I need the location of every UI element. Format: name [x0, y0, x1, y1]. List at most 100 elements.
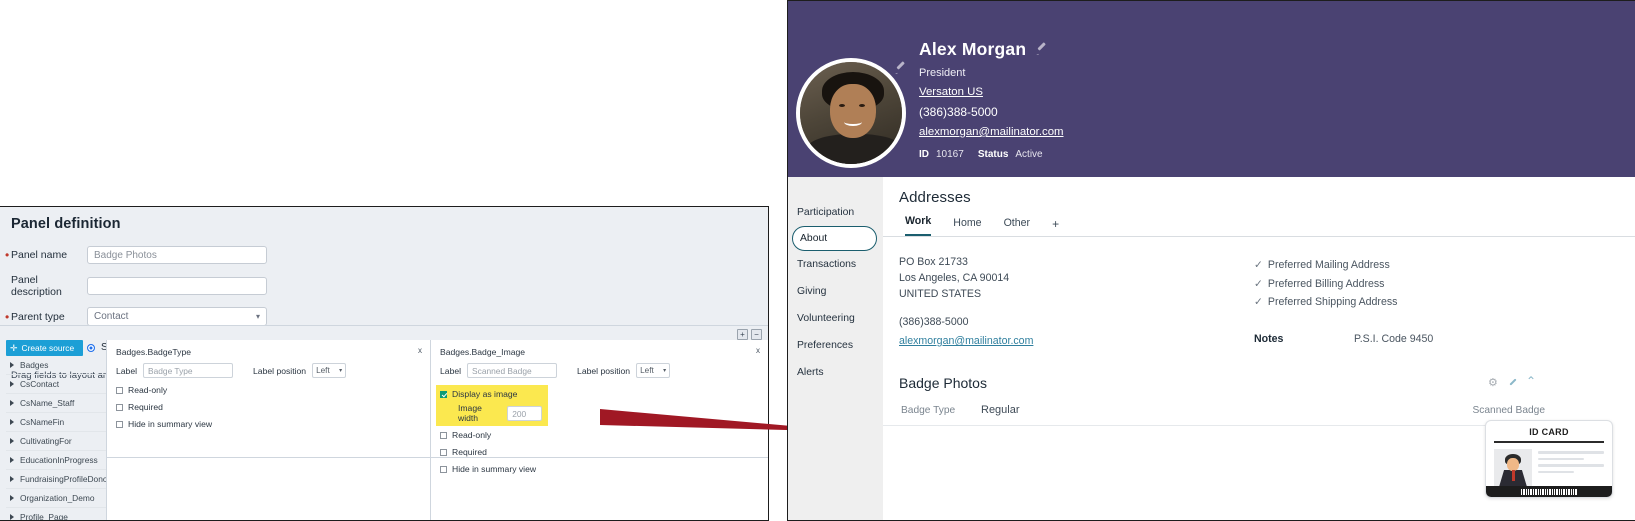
nav-item-alerts[interactable]: Alerts	[788, 359, 883, 386]
notes-value: P.S.I. Code 9450	[1354, 332, 1434, 345]
chevron-right-icon	[10, 438, 14, 444]
check-icon: ✓	[1254, 296, 1263, 308]
address-line-2: Los Angeles, CA 90014	[899, 272, 1010, 284]
tab-home[interactable]: Home	[953, 217, 981, 236]
nav-item-volunteering[interactable]: Volunteering	[788, 305, 883, 332]
notes-row: Notes P.S.I. Code 9450	[1254, 330, 1433, 349]
nav-item-giving[interactable]: Giving	[788, 278, 883, 305]
checkbox-label: Hide in summary view	[452, 464, 537, 474]
nav-item-about[interactable]: About	[792, 226, 877, 251]
tree-item-csname-staff[interactable]: CsName_Staff	[6, 394, 106, 413]
field-source-tree: ✛ Create source Badges CsContact CsName_…	[6, 340, 106, 520]
checkbox-label: Read-only	[128, 385, 168, 395]
close-icon[interactable]: x	[418, 346, 422, 355]
contact-status-value: Active	[1015, 149, 1043, 160]
contact-header: Alex Morgan President Versaton US (386)3…	[788, 1, 1635, 177]
label-position-select[interactable]: Left ▾	[312, 363, 347, 378]
label-input[interactable]: Scanned Badge	[467, 363, 558, 378]
contact-meta-row: ID 10167 Status Active	[919, 149, 1064, 160]
label-input[interactable]: Badge Type	[143, 363, 234, 378]
collapse-button[interactable]: −	[751, 329, 762, 340]
panel-name-input[interactable]: Badge Photos	[87, 245, 267, 264]
tab-add-address[interactable]: +	[1052, 217, 1059, 236]
chevron-right-icon	[10, 362, 14, 368]
checkbox-required[interactable]: Required	[116, 402, 421, 412]
preference-label: Preferred Shipping Address	[1267, 296, 1398, 308]
tree-item-label: FundraisingProfileDonorI	[20, 474, 106, 484]
badge-photos-section: Badge Photos Badge Type Regular Scanned …	[883, 374, 1635, 498]
tree-item-csnamefin[interactable]: CsNameFin	[6, 413, 106, 432]
addresses-tabs: Work Home Other +	[883, 215, 1635, 237]
contact-email-link[interactable]: alexmorgan@mailinator.com	[919, 126, 1064, 138]
checkbox-hide-in-summary-view[interactable]: Hide in summary view	[116, 419, 421, 429]
tree-item-label: Badges	[20, 360, 49, 370]
checkbox-label: Hide in summary view	[128, 419, 213, 429]
display-as-image-highlight: Display as image Image width 200	[436, 385, 549, 426]
create-source-button[interactable]: ✛ Create source	[6, 340, 83, 356]
tree-item-label: Organization_Demo	[20, 493, 95, 503]
tree-item-badges[interactable]: Badges	[6, 356, 106, 375]
tree-item-profile-page[interactable]: Profile_Page	[6, 508, 106, 520]
contact-body: Participation About Transactions Giving …	[788, 177, 1635, 520]
tree-item-fundraisingprofiledonor[interactable]: FundraisingProfileDonorI	[6, 470, 106, 489]
tab-work[interactable]: Work	[905, 215, 932, 236]
gear-icon[interactable]	[1488, 376, 1499, 390]
chevron-right-icon	[10, 495, 14, 501]
avatar-smile	[844, 118, 862, 126]
contact-main-content: Addresses Work Home Other + PO Box 21733…	[883, 177, 1635, 520]
checkbox-read-only[interactable]: Read-only	[116, 385, 421, 395]
edit-name-pencil-icon[interactable]	[1036, 44, 1047, 55]
parent-type-label: Parent type	[5, 310, 87, 324]
panel-description-input[interactable]	[87, 276, 267, 295]
tab-other[interactable]: Other	[1004, 217, 1031, 236]
label-row: Label Scanned Badge Label position Left …	[440, 363, 759, 378]
badge-photos-actions	[1488, 374, 1537, 390]
tree-item-label: EducationInProgress	[20, 455, 98, 465]
tree-item-label: CsName_Staff	[20, 398, 75, 408]
id-card-text-lines	[1538, 449, 1604, 487]
tree-item-educationinprogress[interactable]: EducationInProgress	[6, 451, 106, 470]
chevron-right-icon	[10, 419, 14, 425]
tree-item-cscontact[interactable]: CsContact	[6, 375, 106, 394]
nav-item-transactions[interactable]: Transactions	[788, 251, 883, 278]
edit-pencil-icon[interactable]	[1508, 380, 1518, 390]
id-card-portrait-icon	[1494, 449, 1532, 487]
address-details: PO Box 21733 Los Angeles, CA 90014 UNITE…	[899, 254, 1254, 349]
chevron-down-icon: ▾	[339, 368, 343, 374]
id-card-title: ID CARD	[1529, 427, 1569, 437]
close-icon[interactable]: x	[756, 346, 760, 355]
panel-name-label: Panel name	[5, 248, 87, 262]
addresses-section-title: Addresses	[899, 189, 971, 206]
label-position-value: Left	[640, 366, 654, 375]
avatar-eye-right	[859, 104, 865, 107]
checkbox-display-as-image[interactable]: Display as image	[440, 389, 542, 399]
image-width-label: Image width	[458, 403, 482, 423]
contact-organization-link[interactable]: Versaton US	[919, 86, 1064, 98]
parent-type-select[interactable]: Contact ▾	[87, 307, 267, 326]
avatar	[796, 58, 906, 168]
tree-item-label: CsContact	[20, 379, 60, 389]
plus-icon: ✛	[10, 343, 18, 353]
tree-item-organization-demo[interactable]: Organization_Demo	[6, 489, 106, 508]
edit-photo-pencil-icon[interactable]	[895, 63, 906, 74]
scanned-badge-image[interactable]: ID CARD	[1485, 420, 1613, 498]
image-width-input[interactable]: 200	[507, 405, 543, 421]
checkbox-hide-in-summary-view[interactable]: Hide in summary view	[440, 464, 759, 474]
chevron-right-icon	[10, 476, 14, 482]
label-position-caption: Label position	[253, 365, 307, 376]
nav-item-preferences[interactable]: Preferences	[788, 332, 883, 359]
chevron-up-icon[interactable]	[1526, 374, 1537, 390]
chevron-down-icon: ▾	[663, 368, 667, 374]
crm-contact-window: Alex Morgan President Versaton US (386)3…	[787, 0, 1635, 521]
expand-button[interactable]: +	[737, 329, 748, 340]
checkbox-label: Read-only	[452, 430, 492, 440]
chevron-right-icon	[10, 457, 14, 463]
nav-item-participation[interactable]: Participation	[788, 199, 883, 226]
label-position-select[interactable]: Left ▾	[636, 363, 671, 378]
id-card-barcode-icon	[1486, 486, 1612, 497]
field-card-name: Badges.BadgeType	[116, 347, 192, 357]
address-email-link[interactable]: alexmorgan@mailinator.com	[899, 333, 1254, 349]
tree-item-cultivatingfor[interactable]: CultivatingFor	[6, 432, 106, 451]
contact-status-label: Status	[977, 149, 1009, 160]
panel-definition-title: Panel definition	[11, 216, 121, 232]
